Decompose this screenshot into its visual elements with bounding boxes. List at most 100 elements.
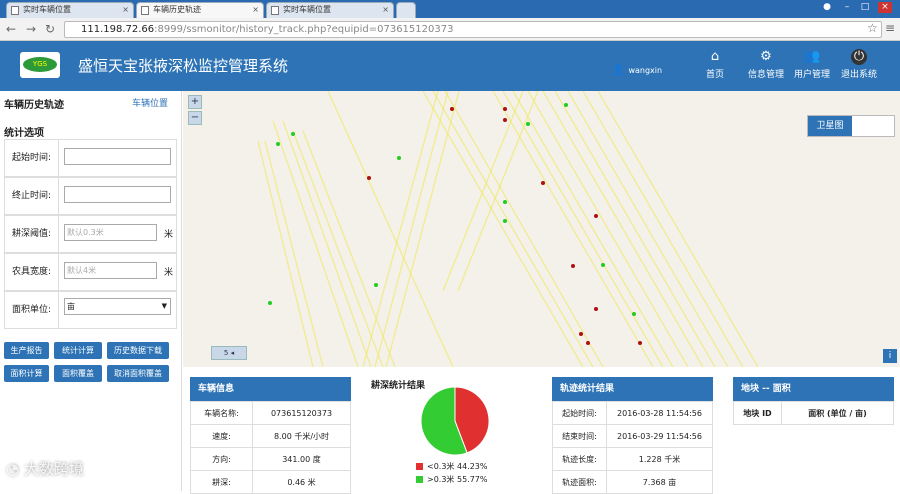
start-time-row: 起始时间: — [4, 139, 177, 177]
logo-text: YGS — [23, 57, 57, 72]
table-cell: 速度: — [190, 424, 253, 448]
track-point-deep[interactable] — [268, 301, 272, 305]
track-point-deep[interactable] — [526, 122, 530, 126]
user-icon[interactable]: ● — [820, 2, 834, 13]
maximize-icon[interactable]: □ — [858, 2, 872, 13]
table-row: 轨迹长度: 1.228 千米 — [552, 447, 713, 471]
close-icon[interactable]: × — [382, 3, 389, 17]
track-line — [492, 91, 654, 367]
track-point-shallow[interactable] — [503, 118, 507, 122]
close-icon[interactable]: × — [252, 3, 259, 17]
track-point-deep[interactable] — [564, 103, 568, 107]
area-calc-button[interactable]: 面积计算 — [4, 365, 49, 382]
browser-tab-0[interactable]: 实时车辆位置 × — [6, 2, 134, 18]
table-cell: 车辆名称: — [190, 401, 253, 425]
track-point-deep[interactable] — [503, 200, 507, 204]
depth-threshold-input[interactable]: 默认0.3米 — [64, 224, 157, 241]
zoom-out-button[interactable]: − — [188, 111, 202, 125]
end-time-row: 终止时间: — [4, 177, 177, 215]
track-stats-table: 起始时间: 2016-03-28 11:54:56 结束时间: 2016-03-… — [552, 401, 713, 494]
url-host: 111.198.72.66 — [81, 24, 155, 35]
sidebar: 车辆历史轨迹 车辆位置 统计选项 起始时间: 终止时间: 耕深阈值: 默认0.3… — [0, 91, 182, 491]
vehicle-position-link[interactable]: 车辆位置 — [132, 96, 168, 109]
nav-user-management[interactable]: 👥 用户管理 — [790, 49, 834, 80]
track-point-deep[interactable] — [397, 156, 401, 160]
legend-label: >0.3米 — [427, 475, 455, 484]
table-header-row: 地块 ID 面积 (单位 / 亩) — [733, 401, 894, 425]
table-row: 速度: 8.00 千米/小时 — [190, 424, 351, 448]
track-point-deep[interactable] — [632, 312, 636, 316]
reload-icon[interactable]: ↻ — [45, 22, 55, 36]
end-time-input[interactable] — [64, 186, 171, 203]
depth-unit: 米 — [164, 230, 174, 240]
menu-icon[interactable]: ≡ — [885, 21, 895, 35]
minimize-icon[interactable]: – — [840, 2, 854, 13]
nav-home[interactable]: ⌂ 首页 — [695, 49, 735, 80]
table-cell: 耕深: — [190, 470, 253, 494]
satellite-button[interactable]: 卫星图 — [808, 116, 852, 136]
table-cell: 341.00 度 — [252, 447, 351, 471]
stats-calc-button[interactable]: 统计计算 — [54, 342, 102, 359]
browser-tab-2[interactable]: 实时车辆位置 × — [266, 2, 394, 18]
power-icon: ⏻ — [851, 49, 867, 65]
track-point-deep[interactable] — [601, 263, 605, 267]
vehicle-info-title: 车辆信息 — [190, 377, 351, 401]
track-point-shallow[interactable] — [594, 307, 598, 311]
track-point-shallow[interactable] — [586, 341, 590, 345]
browser-tab-bar: 实时车辆位置 × 车辆历史轨迹 × 实时车辆位置 × ● – □ × — [0, 0, 900, 18]
map-type-toggle[interactable]: 卫星图 — [807, 115, 895, 137]
map-view[interactable]: + − 5 ◂ 卫星图 i — [183, 91, 900, 367]
table-row: 起始时间: 2016-03-28 11:54:56 — [552, 401, 713, 425]
table-cell: 2016-03-29 11:54:56 — [606, 424, 713, 448]
user-info: 👤 wangxin — [612, 65, 662, 76]
track-point-deep[interactable] — [374, 283, 378, 287]
track-point-deep[interactable] — [276, 142, 280, 146]
track-point-shallow[interactable] — [450, 107, 454, 111]
nav-logout[interactable]: ⏻ 退出系统 — [836, 49, 882, 80]
forward-icon[interactable]: → — [26, 22, 36, 36]
page-icon — [141, 6, 149, 15]
track-line — [512, 91, 674, 367]
track-point-shallow[interactable] — [541, 181, 545, 185]
tab-label: 实时车辆位置 — [283, 5, 331, 14]
back-icon[interactable]: ← — [6, 22, 16, 36]
start-time-input[interactable] — [64, 148, 171, 165]
area-unit-row: 面积单位: 亩 ▼ — [4, 291, 177, 329]
track-line — [264, 140, 324, 367]
url-input[interactable]: 111.198.72.66:8999/ssmonitor/history_tra… — [64, 21, 882, 38]
history-download-button[interactable]: 历史数据下载 — [107, 342, 169, 359]
window-close-icon[interactable]: × — [878, 2, 892, 13]
tab-label: 实时车辆位置 — [23, 5, 71, 14]
area-cover-button[interactable]: 面积覆盖 — [54, 365, 102, 382]
track-point-shallow[interactable] — [503, 107, 507, 111]
close-icon[interactable]: × — [122, 3, 129, 17]
track-point-shallow[interactable] — [638, 341, 642, 345]
nav-info-management[interactable]: ⚙ 信息管理 — [743, 49, 789, 80]
table-row: 车辆名称: 073615120373 — [190, 401, 351, 425]
watermark-text: 大数跨境 — [23, 460, 84, 478]
track-line — [442, 91, 524, 292]
browser-tab-1[interactable]: 车辆历史轨迹 × — [136, 2, 264, 18]
area-unit-select[interactable]: 亩 ▼ — [64, 298, 171, 315]
url-path: :8999/ssmonitor/history_track.php?equipi… — [154, 24, 454, 35]
track-point-shallow[interactable] — [571, 264, 575, 268]
tool-width-input[interactable]: 默认4米 — [64, 262, 157, 279]
track-point-deep[interactable] — [291, 132, 295, 136]
new-tab-button[interactable] — [396, 2, 416, 18]
track-line — [385, 91, 460, 367]
info-icon[interactable]: i — [883, 349, 897, 363]
zoom-in-button[interactable]: + — [188, 95, 202, 109]
track-line — [422, 91, 584, 367]
track-point-shallow[interactable] — [579, 332, 583, 336]
bookmark-star-icon[interactable]: ☆ — [867, 21, 878, 35]
track-point-shallow[interactable] — [367, 176, 371, 180]
track-stats-panel: 轨迹统计结果 起始时间: 2016-03-28 11:54:56 结束时间: 2… — [552, 377, 713, 494]
parcel-area-panel: 地块 -- 面积 地块 ID 面积 (单位 / 亩) — [733, 377, 894, 425]
parcel-area-table: 地块 ID 面积 (单位 / 亩) — [733, 401, 894, 425]
track-point-deep[interactable] — [503, 219, 507, 223]
track-point-shallow[interactable] — [594, 214, 598, 218]
production-report-button[interactable]: 生产报告 — [4, 342, 49, 359]
stats-options-heading: 统计选项 — [4, 128, 44, 139]
cancel-area-cover-button[interactable]: 取消面积覆盖 — [107, 365, 169, 382]
logo: YGS — [20, 52, 60, 78]
